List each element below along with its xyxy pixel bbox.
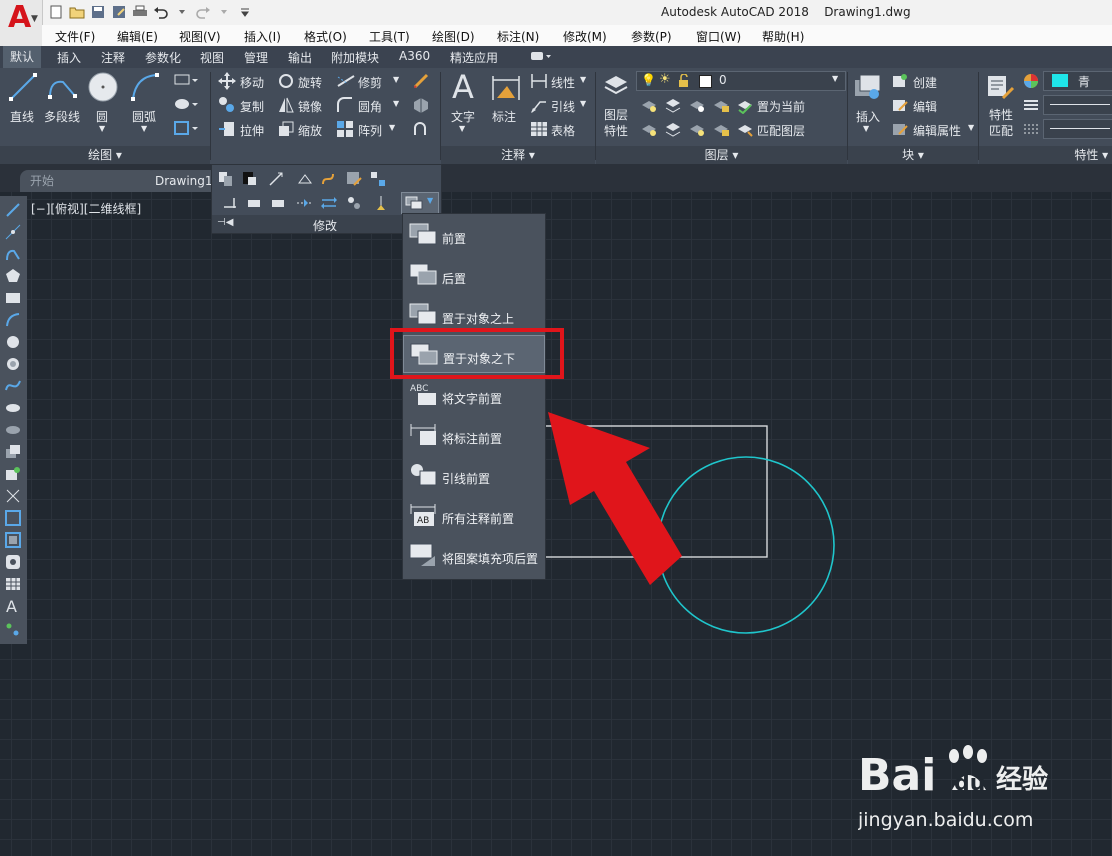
svg-text:A: A	[6, 597, 17, 615]
scale-2-icon[interactable]	[268, 171, 284, 190]
draworder-dropdown-menu: 前置 后置 置于对象之上 置于对象之下 ABC 将文字前置 将标注前置 引线前置…	[402, 213, 546, 580]
erase-small-icon[interactable]	[296, 171, 314, 190]
rectangle-icon[interactable]	[5, 290, 21, 309]
bring-to-front-icon	[409, 222, 439, 251]
line-icon[interactable]	[5, 202, 21, 221]
dimension-front-icon	[409, 422, 439, 451]
highlight-box	[390, 328, 564, 379]
annotation-arrow	[548, 412, 682, 585]
baidu-jingyan-watermark: Bai du 经验 jingyan.baidu.com	[857, 740, 1058, 843]
draworder-icon	[405, 196, 423, 213]
pin-icon[interactable]: ⊣◀	[217, 217, 233, 228]
polygon-icon[interactable]	[5, 268, 21, 287]
menu-item-send-hatches-to-back[interactable]: 将图案填充项后置	[403, 536, 545, 574]
ellipse-icon[interactable]	[5, 400, 21, 419]
watermark-brand-du: du	[954, 771, 985, 796]
watermark-cn: 经验	[996, 764, 1048, 795]
circle-icon[interactable]	[5, 334, 21, 353]
join-icon[interactable]	[320, 171, 336, 190]
hatch-icon[interactable]	[5, 510, 21, 529]
revision-cloud-icon[interactable]	[5, 356, 21, 375]
align-icon[interactable]	[346, 195, 362, 214]
text-front-icon: ABC	[409, 382, 439, 411]
drawn-circle[interactable]	[657, 456, 835, 634]
point-icon[interactable]	[5, 488, 21, 507]
make-block-icon[interactable]	[5, 466, 21, 485]
svg-text:AB: AB	[417, 516, 429, 526]
chamfer-icon[interactable]	[270, 195, 286, 214]
arc-icon[interactable]	[5, 312, 21, 331]
insert-block-small-icon[interactable]	[5, 444, 21, 463]
menu-item-bring-leaders-to-front[interactable]: 引线前置	[403, 456, 545, 494]
hatch-back-icon	[409, 542, 439, 571]
leader-front-icon	[409, 462, 439, 491]
table-small-icon[interactable]	[5, 576, 21, 595]
copy-clip-icon[interactable]	[218, 171, 234, 190]
region-icon[interactable]	[5, 554, 21, 573]
watermark-brand: Bai	[858, 750, 936, 801]
gradient-icon[interactable]	[5, 532, 21, 551]
edit-hatch-icon[interactable]	[346, 171, 362, 190]
menu-item-send-to-back[interactable]: 后置	[403, 256, 545, 294]
polyline-icon[interactable]	[5, 246, 21, 265]
menu-item-bring-dimensions-to-front[interactable]: 将标注前置	[403, 416, 545, 454]
menu-item-bring-to-front[interactable]: 前置	[403, 216, 545, 254]
bring-above-icon	[409, 302, 439, 331]
paste-icon[interactable]	[242, 171, 258, 190]
break-icon[interactable]	[246, 195, 262, 214]
send-to-back-icon	[409, 262, 439, 291]
viewport-controls[interactable]: [−][俯视][二维线框]	[31, 200, 141, 217]
add-selected-icon[interactable]	[5, 622, 21, 641]
group-icon[interactable]	[370, 171, 386, 190]
lengthen-icon[interactable]	[296, 195, 312, 214]
menu-item-bring-annotations-to-front[interactable]: AB 所有注释前置	[403, 496, 545, 534]
menu-item-bring-text-to-front[interactable]: ABC 将文字前置	[403, 376, 545, 414]
multiline-text-icon[interactable]: A	[4, 597, 22, 618]
drawing-geometry	[539, 412, 835, 634]
watermark-url: jingyan.baidu.com	[858, 809, 1033, 831]
svg-text:ABC: ABC	[410, 384, 428, 394]
chevron-down-icon[interactable]: ▼	[427, 196, 433, 205]
annotation-front-icon: AB	[409, 502, 439, 531]
ellipse-arc-icon[interactable]	[5, 422, 21, 441]
modify-panel-title[interactable]: 修改	[313, 217, 337, 234]
construction-line-icon[interactable]	[5, 224, 21, 243]
reverse-icon[interactable]	[320, 195, 338, 214]
left-draw-toolbar: A	[0, 196, 27, 644]
spline-icon[interactable]	[5, 378, 21, 397]
edit-polyline-icon[interactable]	[374, 195, 388, 214]
draworder-split-button[interactable]: ▼	[401, 192, 439, 214]
break-at-point-icon[interactable]	[222, 195, 238, 214]
